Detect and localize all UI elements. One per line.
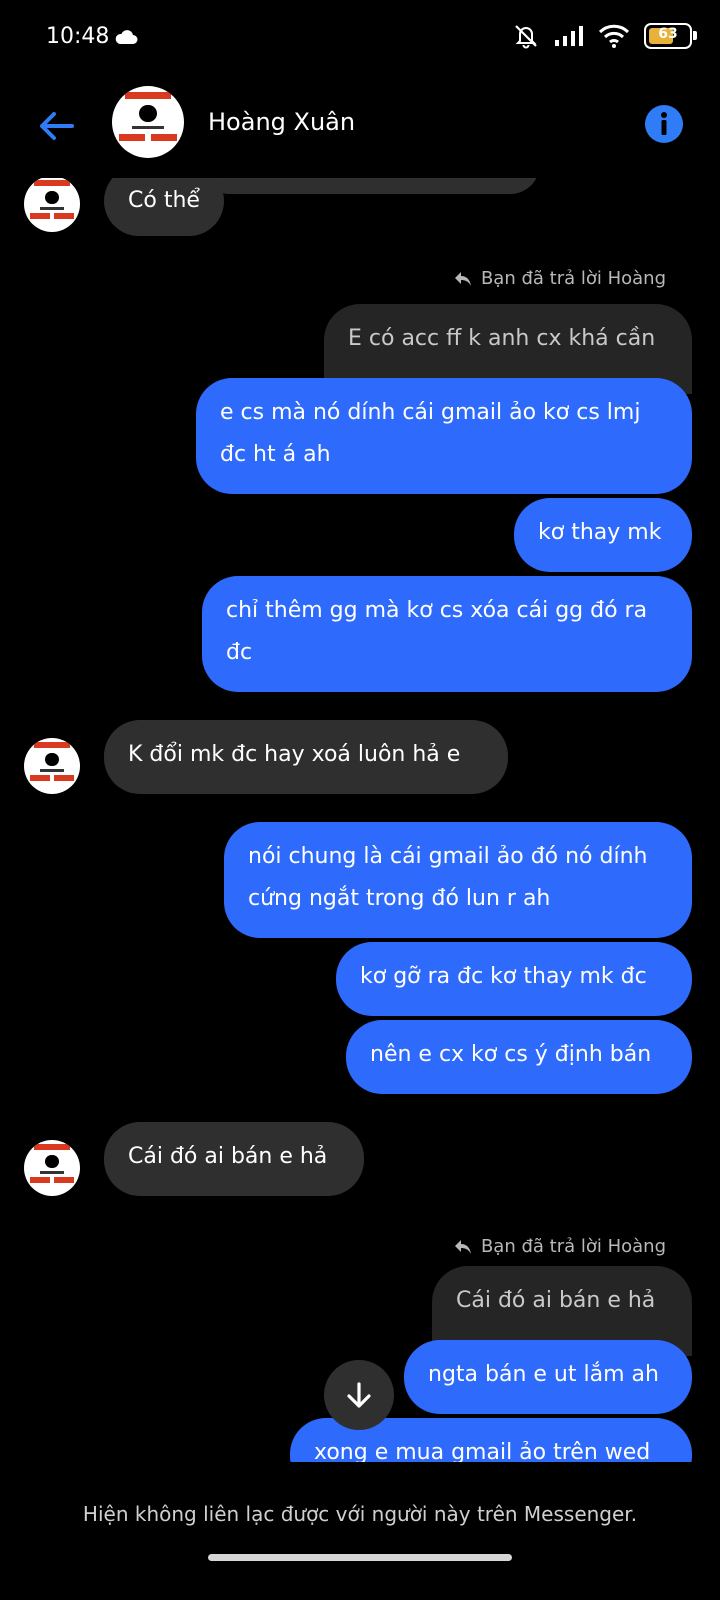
sender-avatar[interactable] xyxy=(24,738,80,794)
battery-nub xyxy=(693,31,697,40)
reply-indicator: Bạn đã trả lời Hoàng xyxy=(453,1236,666,1257)
reply-icon xyxy=(454,1239,471,1254)
mute-bell-icon xyxy=(515,25,537,49)
reply-indicator: Bạn đã trả lời Hoàng xyxy=(453,268,666,289)
contact-name[interactable]: Hoàng Xuân xyxy=(208,108,355,136)
contact-avatar[interactable] xyxy=(112,86,184,158)
status-time: 10:48 xyxy=(46,24,110,49)
incoming-message[interactable]: Cái đó ai bán e hả xyxy=(104,1122,364,1196)
reply-label-text: Bạn đã trả lời Hoàng xyxy=(480,268,666,289)
wifi-icon xyxy=(598,24,630,48)
chat-header: Hoàng Xuân xyxy=(0,78,720,178)
status-bar: 10:48 63 xyxy=(0,0,720,76)
outgoing-message[interactable]: nói chung là cái gmail ảo đó nó dính cứn… xyxy=(224,822,692,938)
status-icons: 63 xyxy=(512,22,697,50)
signal-icon xyxy=(555,26,583,46)
cloud-icon xyxy=(115,30,138,44)
home-indicator[interactable] xyxy=(208,1554,512,1561)
battery-indicator: 63 xyxy=(644,23,697,49)
outgoing-message[interactable]: kơ thay mk xyxy=(514,498,692,572)
outgoing-message[interactable]: ngta bán e ut lắm ah xyxy=(404,1340,692,1414)
reply-icon xyxy=(454,271,471,286)
arrow-left-icon[interactable] xyxy=(36,106,76,146)
arrow-down-icon xyxy=(347,1382,371,1408)
outgoing-message[interactable]: kơ gỡ ra đc kơ thay mk đc xyxy=(336,942,692,1016)
sender-avatar[interactable] xyxy=(24,176,80,232)
battery-percent: 63 xyxy=(658,26,678,42)
sender-avatar[interactable] xyxy=(24,1140,80,1196)
outgoing-message[interactable]: e cs mà nó dính cái gmail ảo kơ cs lmj đ… xyxy=(196,378,692,494)
reply-label-text: Bạn đã trả lời Hoàng xyxy=(480,1236,666,1257)
footer: Hiện không liên lạc được với người này t… xyxy=(0,1462,720,1600)
incoming-message[interactable]: K đổi mk đc hay xoá luôn hả e xyxy=(104,720,508,794)
unavailable-notice: Hiện không liên lạc được với người này t… xyxy=(82,1502,638,1526)
info-icon[interactable] xyxy=(644,104,684,144)
outgoing-message[interactable]: chỉ thêm gg mà kơ cs xóa cái gg đó ra đc xyxy=(202,576,692,692)
outgoing-message[interactable]: nên e cx kơ cs ý định bán xyxy=(346,1020,692,1094)
scroll-to-bottom-button[interactable] xyxy=(324,1360,394,1430)
